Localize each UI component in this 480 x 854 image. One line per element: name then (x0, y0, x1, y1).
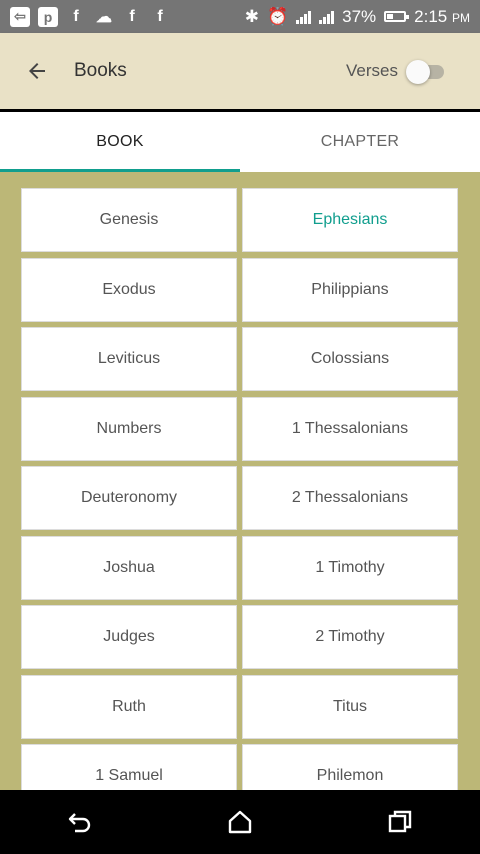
battery-icon (384, 11, 410, 22)
book-cell[interactable]: Philippians (242, 257, 458, 322)
p-box-icon: p (38, 6, 58, 27)
recents-icon (388, 810, 412, 833)
book-cell[interactable]: Numbers (21, 396, 237, 461)
book-cell[interactable]: Colossians (242, 327, 458, 391)
f-box-icon: f (157, 7, 163, 25)
arrow-left-icon (29, 63, 45, 79)
weather-icon: ☁ (96, 8, 112, 26)
book-cell[interactable]: 1 Timothy (242, 535, 458, 600)
toggle-thumb (406, 60, 430, 84)
nav-back-button[interactable] (56, 798, 104, 846)
book-cell[interactable]: 2 Timothy (242, 605, 458, 669)
books-grid: Genesis Exodus Leviticus Numbers Deuteronomy… (0, 172, 480, 790)
f-box-icon: f (73, 7, 79, 25)
book-cell[interactable]: Ruth (21, 674, 237, 739)
notification-icons: ⇦ p f ☁ f f (0, 6, 170, 27)
navigation-bar (0, 790, 480, 854)
back-arrow-box-icon: ⇦ (10, 6, 30, 27)
book-cell[interactable]: Titus (242, 674, 458, 739)
bluetooth-icon: ✱ (244, 6, 259, 26)
status-bar: ⇦ p f ☁ f f ✱ ⏰ 37% 2:15 PM (0, 0, 480, 33)
back-button[interactable] (22, 56, 52, 86)
book-cell[interactable]: Genesis (21, 188, 237, 252)
book-cell[interactable]: Deuteronomy (21, 466, 237, 530)
app-bar: Books Verses (0, 33, 480, 109)
book-cell[interactable]: 1 Samuel (21, 744, 237, 790)
nav-home-button[interactable] (216, 798, 264, 846)
book-cell[interactable]: Judges (21, 605, 237, 669)
tab-chapter[interactable]: CHAPTER (240, 112, 480, 172)
tab-book[interactable]: BOOK (0, 112, 240, 172)
battery-percent: 37% (342, 6, 377, 26)
signal-icon (319, 10, 335, 24)
verses-label: Verses (346, 61, 398, 80)
back-icon (68, 813, 91, 833)
home-icon (228, 810, 252, 834)
nav-recents-button[interactable] (376, 798, 424, 846)
book-cell[interactable]: Ephesians (242, 188, 458, 252)
verses-toggle[interactable] (406, 58, 446, 84)
clock: 2:15 (414, 6, 448, 26)
book-cell[interactable]: 1 Thessalonians (242, 396, 458, 461)
book-cell[interactable]: Exodus (21, 257, 237, 322)
signal-icon (296, 10, 312, 24)
tab-bar: BOOK CHAPTER (0, 112, 480, 172)
alarm-icon: ⏰ (266, 6, 289, 26)
book-cell[interactable]: Joshua (21, 535, 237, 600)
f-box-icon: f (129, 7, 135, 25)
book-cell[interactable]: Philemon (242, 744, 458, 790)
page-title: Books (74, 60, 127, 81)
book-cell[interactable]: 2 Thessalonians (242, 466, 458, 530)
book-cell[interactable]: Leviticus (21, 327, 237, 391)
clock-ampm: PM (452, 10, 470, 25)
